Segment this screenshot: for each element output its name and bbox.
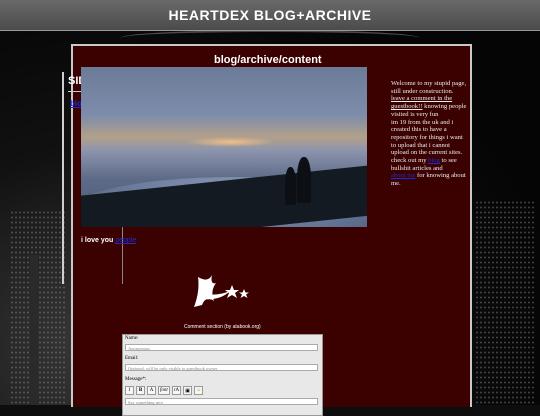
bold-button[interactable]: B: [136, 386, 145, 395]
love-text: i love you: [81, 237, 116, 244]
email-label: Email:: [125, 356, 139, 361]
email-input[interactable]: Optional, will be only visible to guestb…: [125, 364, 318, 371]
background-tower: [30, 255, 38, 405]
photo-person-left: [285, 167, 296, 205]
text-color-button[interactable]: A: [147, 386, 156, 395]
love-line: i love you people: [81, 237, 136, 244]
intro-about-link[interactable]: about me: [391, 172, 415, 179]
intro-blog-link[interactable]: blog: [428, 157, 440, 164]
intro-about: im 19 from the uk and i created this to …: [391, 118, 463, 157]
photo-sunset: [186, 137, 276, 147]
background-lights-right: [475, 200, 535, 405]
intro-blog-prefix: check out my: [391, 157, 429, 165]
photo-person-right: [297, 157, 311, 203]
content-title: blog/archive/content: [214, 54, 322, 66]
font-button[interactable]: font: [158, 386, 170, 395]
message-input[interactable]: Say something nice: [125, 398, 318, 405]
love-people-link[interactable]: people: [115, 237, 136, 244]
italic-button[interactable]: I: [125, 386, 134, 395]
message-label: Message*:: [125, 377, 147, 382]
text-size-button[interactable]: rA: [171, 386, 182, 395]
name-input[interactable]: Anonymous: [125, 344, 318, 351]
top-bar: HEARTDEX BLOG+ARCHIVE: [0, 0, 540, 31]
intro-welcome: Welcome to my stupid page, still under c…: [391, 80, 467, 95]
intro-text: Welcome to my stupid page, still under c…: [391, 80, 467, 188]
smiley-icon[interactable]: ☺: [194, 386, 204, 395]
image-icon[interactable]: ▣: [183, 386, 193, 395]
name-label: Name:: [125, 336, 139, 341]
site-title: HEARTDEX BLOG+ARCHIVE: [168, 7, 372, 23]
tribal-logo-icon: [194, 275, 249, 307]
header-photo: [81, 67, 367, 227]
photo-hill: [81, 163, 367, 227]
format-toolbar: I B A font rA ▣ ☺: [125, 386, 204, 395]
comment-section-caption: Comment section (by atabook.org): [184, 324, 261, 330]
